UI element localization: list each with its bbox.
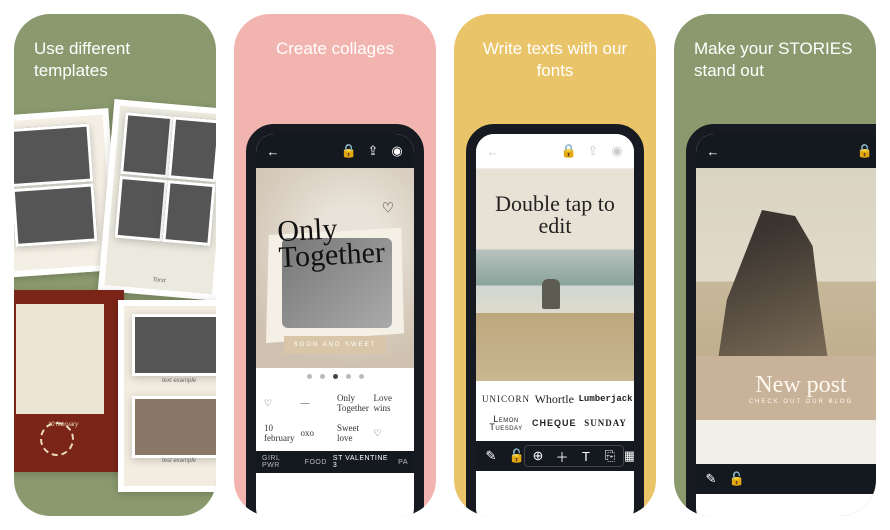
brush-icon[interactable]: ✎ [484, 449, 498, 463]
brush-icon[interactable]: ✎ [704, 472, 718, 486]
showcase-panel-templates: Use different templates Torst 10 februar… [14, 14, 216, 516]
panel-title: Make your STORIES stand out [684, 38, 876, 82]
editor-toolbar: ✎ 🔓 [696, 464, 876, 494]
sticker[interactable]: 10 february [264, 423, 297, 443]
showcase-panel-fonts: Write texts with our fonts ← 🔒 ⇪ ◉ Doubl… [454, 14, 656, 516]
sticker-category-tabs[interactable]: GIRL PWR FOOD ST VALENTINE 3 PA [256, 451, 414, 473]
sticker[interactable]: — [301, 398, 334, 408]
editor-canvas[interactable]: Double tap to edit [476, 169, 634, 381]
lock-icon[interactable]: 🔒 [562, 144, 576, 158]
sticker[interactable]: oxo [301, 428, 334, 438]
instagram-icon[interactable]: ◉ [390, 144, 404, 158]
caption-main: New post [755, 372, 846, 399]
instagram-icon[interactable]: ◉ [610, 144, 624, 158]
back-icon[interactable]: ← [266, 144, 280, 158]
showcase-panel-collages: Create collages ← 🔒 ⇪ ◉ Only Together ♡ … [234, 14, 436, 516]
lock-icon[interactable]: 🔒 [858, 144, 872, 158]
panel-title: Use different templates [24, 38, 216, 82]
sticker[interactable]: Only Together [337, 393, 370, 413]
phone-mockup: ← 🔒 ⇪ ◉ Only Together ♡ SOON AND SWEET ♡… [246, 124, 424, 516]
sticker[interactable]: ♡ [264, 398, 297, 409]
font-option[interactable]: CHEQUE [532, 418, 577, 428]
font-option[interactable]: Lemon Tuesday [482, 415, 530, 431]
photo-subject [542, 279, 560, 309]
tab[interactable]: PA [398, 459, 408, 466]
add-image-icon[interactable]: ⊕ [531, 449, 545, 463]
editor-topbar: ← 🔒 ⇪ ◉ [476, 134, 634, 169]
back-icon[interactable]: ← [486, 144, 500, 158]
add-icon[interactable]: ＋ [555, 449, 569, 463]
font-option[interactable]: UNICORN [482, 394, 530, 404]
editable-text[interactable]: Double tap to edit [476, 193, 634, 237]
caption-strip: SOON AND SWEET [284, 336, 386, 354]
font-picker[interactable]: UNICORN Whortle Lumberjack Lemon Tuesday… [476, 381, 634, 441]
canvas-overlay-text: Only Together ♡ [277, 213, 405, 271]
sticker-tray[interactable]: ♡ — Only Together Love wins 10 february … [256, 385, 414, 451]
export-icon[interactable]: ⇪ [586, 144, 600, 158]
sample-label: text example [124, 378, 216, 384]
tab[interactable]: GIRL PWR [262, 455, 299, 469]
sticker[interactable]: Love wins [374, 393, 407, 413]
page-dots [256, 368, 414, 385]
sticker[interactable]: Sweet love [337, 423, 370, 443]
tab[interactable]: ST VALENTINE 3 [333, 455, 392, 469]
unlock-icon[interactable]: 🔓 [510, 449, 524, 463]
panel-title: Create collages [234, 38, 436, 60]
copy-icon[interactable]: ⎘ [603, 449, 617, 463]
editor-canvas[interactable]: New post CHECK OUT OUR BLOG [696, 168, 876, 420]
caption-sub: CHECK OUT OUR BLOG [749, 399, 854, 405]
template-collage: Torst 10 february text example test exam… [14, 94, 216, 516]
phone-mockup: ← 🔒 ⇪ ◉ Double tap to edit UNICORN Whort… [466, 124, 644, 516]
phone-mockup: ← 🔒 ⇪ New post CHECK OUT OUR BLOG ✎ 🔓 [686, 124, 876, 516]
editor-toolbar: ✎ 🔓 ⊕ ＋ T ⎘ ▦ [476, 441, 634, 471]
export-icon[interactable]: ⇪ [366, 144, 380, 158]
font-option[interactable]: SUNDAY [579, 418, 633, 428]
font-option[interactable]: Whortle [532, 392, 577, 407]
template-icon[interactable]: ▦ [624, 449, 636, 463]
story-caption-band: New post CHECK OUT OUR BLOG [696, 356, 876, 420]
font-option[interactable]: Lumberjack [579, 394, 633, 404]
showcase-panel-stories: Make your STORIES stand out ← 🔒 ⇪ New po… [674, 14, 876, 516]
unlock-icon[interactable]: 🔓 [730, 472, 744, 486]
sample-label: test example [124, 458, 216, 464]
lock-icon[interactable]: 🔒 [342, 144, 356, 158]
editor-topbar: ← 🔒 ⇪ [696, 134, 876, 168]
thumbnail-strip[interactable] [696, 420, 876, 464]
sticker[interactable]: ♡ [374, 428, 407, 439]
panel-title: Write texts with our fonts [454, 38, 656, 82]
editor-topbar: ← 🔒 ⇪ ◉ [256, 134, 414, 168]
tab[interactable]: FOOD [305, 459, 327, 466]
editor-canvas[interactable]: Only Together ♡ SOON AND SWEET [256, 168, 414, 368]
sample-label: Torst [105, 273, 213, 288]
back-icon[interactable]: ← [706, 144, 720, 158]
text-icon[interactable]: T [579, 449, 593, 463]
